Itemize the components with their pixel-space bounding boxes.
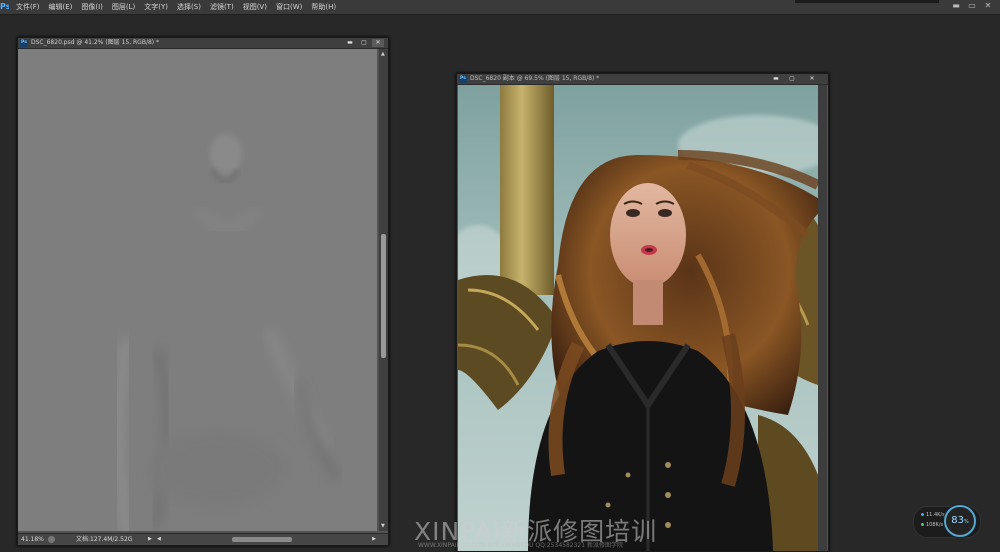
gauge-percent: 83	[951, 515, 964, 526]
upload-speed: 11.4K/s	[921, 512, 945, 518]
status-menu-arrow-icon[interactable]: ▶	[148, 534, 152, 545]
menu-layer[interactable]: 图层(L)	[112, 0, 135, 14]
document-window-left: Ps DSC_6820.psd @ 41.2% (图层 15, RGB/8) *…	[17, 37, 389, 546]
menu-bar: Ps 文件(F) 编辑(E) 图像(I) 图层(L) 文字(Y) 选择(S) 滤…	[0, 0, 1000, 15]
vertical-scroll-thumb[interactable]	[381, 234, 386, 358]
doc-left-close-button[interactable]: ✕	[372, 39, 384, 47]
doc-right-restore-button[interactable]: ▢	[786, 75, 798, 83]
download-speed: 108K/s	[921, 522, 943, 528]
scroll-up-arrow-icon[interactable]: ▲	[381, 51, 385, 57]
download-dot-icon	[921, 523, 924, 526]
doc-right-close-button[interactable]: ✕	[806, 75, 818, 83]
photo-canvas[interactable]	[458, 85, 818, 551]
menu-filter[interactable]: 滤镜(T)	[210, 0, 234, 14]
app-restore-button[interactable]: ▭	[964, 0, 980, 12]
high-pass-layer-image	[18, 49, 377, 531]
document-statusbar-left: 41.18% 文档:127.4M/2.52G ▶ ◀ ▶	[18, 533, 388, 545]
document-title-right: DSC_6820 副本 @ 69.5% (图层 15, RGB/8) *	[470, 75, 600, 82]
document-window-right: Ps DSC_6820 副本 @ 69.5% (图层 15, RGB/8) * …	[456, 73, 829, 552]
upload-dot-icon	[921, 513, 924, 516]
vertical-scrollbar-right[interactable]	[818, 85, 827, 551]
menu-view[interactable]: 视图(V)	[243, 0, 267, 14]
watermark-subtext: WWW.XINPAIEDU.COM 微信:XINPAIEDU QQ:253458…	[418, 542, 623, 549]
doc-left-minimize-button[interactable]: ▬	[344, 39, 356, 47]
menu-help[interactable]: 帮助(H)	[311, 0, 336, 14]
scroll-down-arrow-icon[interactable]: ▼	[381, 523, 385, 529]
menu-select[interactable]: 选择(S)	[177, 0, 201, 14]
doc-left-restore-button[interactable]: ▢	[358, 39, 370, 47]
horizontal-scroll-thumb[interactable]	[232, 537, 292, 542]
doc-right-minimize-button[interactable]: ▬	[770, 75, 782, 83]
menu-window[interactable]: 窗口(W)	[276, 0, 302, 14]
document-size: 文档:127.4M/2.52G	[76, 536, 133, 543]
app-close-button[interactable]: ✕	[980, 0, 996, 12]
scroll-right-arrow-icon[interactable]: ▶	[372, 534, 376, 545]
vertical-scrollbar-left[interactable]: ▲ ▼	[379, 49, 388, 531]
photoshop-logo: Ps	[0, 2, 9, 11]
document-titlebar-right[interactable]: Ps DSC_6820 副本 @ 69.5% (图层 15, RGB/8) * …	[457, 74, 828, 85]
memory-usage-gauge[interactable]: 83%	[944, 505, 976, 537]
document-titlebar-left[interactable]: Ps DSC_6820.psd @ 41.2% (图层 15, RGB/8) *…	[18, 38, 388, 49]
doc-info-icon[interactable]	[48, 536, 55, 543]
document-title-left: DSC_6820.psd @ 41.2% (图层 15, RGB/8) *	[31, 39, 160, 46]
workspace-search-strip[interactable]	[795, 0, 939, 3]
gauge-percent-unit: %	[963, 519, 969, 525]
app-minimize-button[interactable]: ▬	[948, 0, 964, 12]
zoom-level[interactable]: 41.18%	[21, 534, 44, 545]
portrait-photo	[458, 85, 818, 551]
menu-file[interactable]: 文件(F)	[16, 0, 40, 14]
scroll-left-arrow-icon[interactable]: ◀	[157, 534, 161, 545]
document-ps-icon: Ps	[459, 75, 467, 83]
high-pass-canvas[interactable]	[18, 49, 377, 531]
document-ps-icon: Ps	[20, 39, 28, 47]
menu-type[interactable]: 文字(Y)	[144, 0, 168, 14]
menu-items: 文件(F) 编辑(E) 图像(I) 图层(L) 文字(Y) 选择(S) 滤镜(T…	[16, 0, 345, 14]
menu-edit[interactable]: 编辑(E)	[49, 0, 73, 14]
menu-image[interactable]: 图像(I)	[81, 0, 103, 14]
